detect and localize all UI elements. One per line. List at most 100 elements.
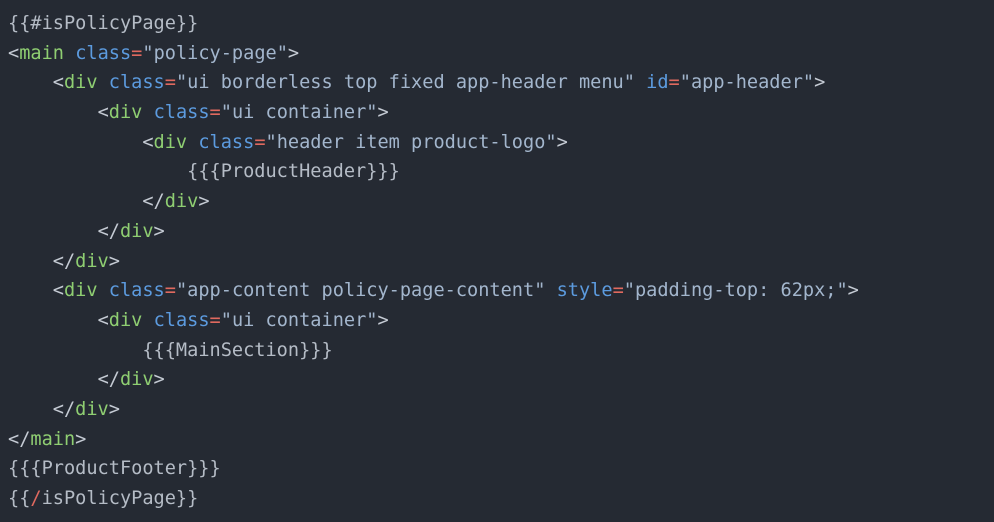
code-line: {{{ProductHeader}}} <box>8 157 994 187</box>
code-token-eq: = <box>254 131 266 153</box>
code-token-eq: = <box>612 280 624 302</box>
code-token-eq: = <box>131 42 143 64</box>
code-token-tag: div <box>63 72 98 94</box>
code-token-str: "policy-page" <box>142 42 288 64</box>
code-token-tag: div <box>164 191 199 213</box>
code-token-punct: < <box>97 309 109 331</box>
code-token-mustache: {{ <box>8 488 31 509</box>
code-token-punct: > <box>377 309 389 331</box>
code-line: </div> <box>8 395 994 425</box>
code-token-str: "ui borderless top fixed app-header menu… <box>175 72 635 94</box>
code-token-punct: > <box>153 220 165 242</box>
code-token-attr: class <box>108 280 165 302</box>
code-token-tag: div <box>75 398 109 420</box>
code-token-tag: div <box>63 280 98 302</box>
code-token-str: "app-content policy-page-content" <box>175 280 546 302</box>
code-line: </div> <box>8 187 994 217</box>
code-token-punct: </ <box>97 220 120 242</box>
code-token-mustache: {{{ProductHeader}}} <box>187 161 400 183</box>
code-token-attr: style <box>556 280 613 302</box>
code-token-punct: < <box>142 131 154 153</box>
code-token-punct: </ <box>142 191 165 213</box>
code-line: <div class="ui borderless top fixed app-… <box>8 68 994 98</box>
code-token-eq: = <box>668 72 680 94</box>
code-token-mustache: {{#isPolicyPage}} <box>8 13 199 34</box>
code-token-str: "ui container" <box>220 309 378 331</box>
code-token-punct: < <box>52 72 64 94</box>
code-token-tag: div <box>153 131 188 153</box>
code-token-tag: div <box>108 102 143 124</box>
code-token-punct: > <box>556 131 568 153</box>
code-token-attr: class <box>153 309 210 331</box>
code-line: {{{ProductFooter}}} <box>8 454 994 484</box>
code-line: </div> <box>8 217 994 247</box>
code-token-mslash: / <box>30 488 42 509</box>
code-token-punct: > <box>108 398 120 420</box>
code-token-eq: = <box>164 72 176 94</box>
code-line: <div class="ui container"> <box>8 98 994 128</box>
code-line: {{#isPolicyPage}} <box>8 9 994 39</box>
code-token-tag: div <box>119 369 154 391</box>
code-token-attr: class <box>198 131 255 153</box>
code-token-eq: = <box>209 309 221 331</box>
code-token-punct: </ <box>52 398 76 420</box>
code-line: <div class="app-content policy-page-cont… <box>8 276 994 306</box>
code-token-punct: < <box>52 280 64 302</box>
code-token-punct: > <box>377 102 389 124</box>
code-token-tag: div <box>119 220 154 242</box>
code-token-punct: > <box>153 369 165 391</box>
code-line: <main class="policy-page"> <box>8 39 994 69</box>
code-token-tag: main <box>30 428 76 450</box>
code-token-str: "app-header" <box>679 72 815 94</box>
code-token-attr: id <box>646 72 669 94</box>
code-token-tag: div <box>108 309 143 331</box>
code-viewer[interactable]: {{#isPolicyPage}} <main class="policy-pag… <box>0 0 994 522</box>
code-line: {{{MainSection}}} <box>8 336 994 366</box>
code-token-str: "header item product-logo" <box>265 131 557 153</box>
code-token-punct: </ <box>97 369 120 391</box>
code-token-punct: > <box>847 280 859 302</box>
code-token-attr: class <box>108 72 165 94</box>
code-token-punct: </ <box>52 250 76 272</box>
code-token-mustache: isPolicyPage}} <box>41 488 199 509</box>
code-token-punct: < <box>8 42 20 64</box>
code-token-punct: > <box>198 191 210 213</box>
code-token-str: "ui container" <box>220 102 378 124</box>
code-token-tag: div <box>75 250 109 272</box>
code-token-str: "padding-top: 62px;" <box>623 280 848 302</box>
code-token-eq: = <box>164 280 176 302</box>
code-line: <div class="ui container"> <box>8 306 994 336</box>
code-block: {{#isPolicyPage}} <main class="policy-pag… <box>8 9 994 514</box>
code-token-punct: > <box>814 72 826 94</box>
code-token-punct: </ <box>8 428 31 450</box>
code-line: {{/isPolicyPage}} <box>8 484 994 514</box>
code-token-mustache: {{{ProductFooter}}} <box>8 458 221 480</box>
code-line: </main> <box>8 425 994 455</box>
code-token-attr: class <box>153 102 210 124</box>
code-token-eq: = <box>209 102 221 124</box>
code-token-punct: < <box>97 102 109 124</box>
code-token-punct: > <box>108 250 120 272</box>
code-token-punct: > <box>75 428 87 450</box>
code-token-punct: > <box>287 42 300 64</box>
